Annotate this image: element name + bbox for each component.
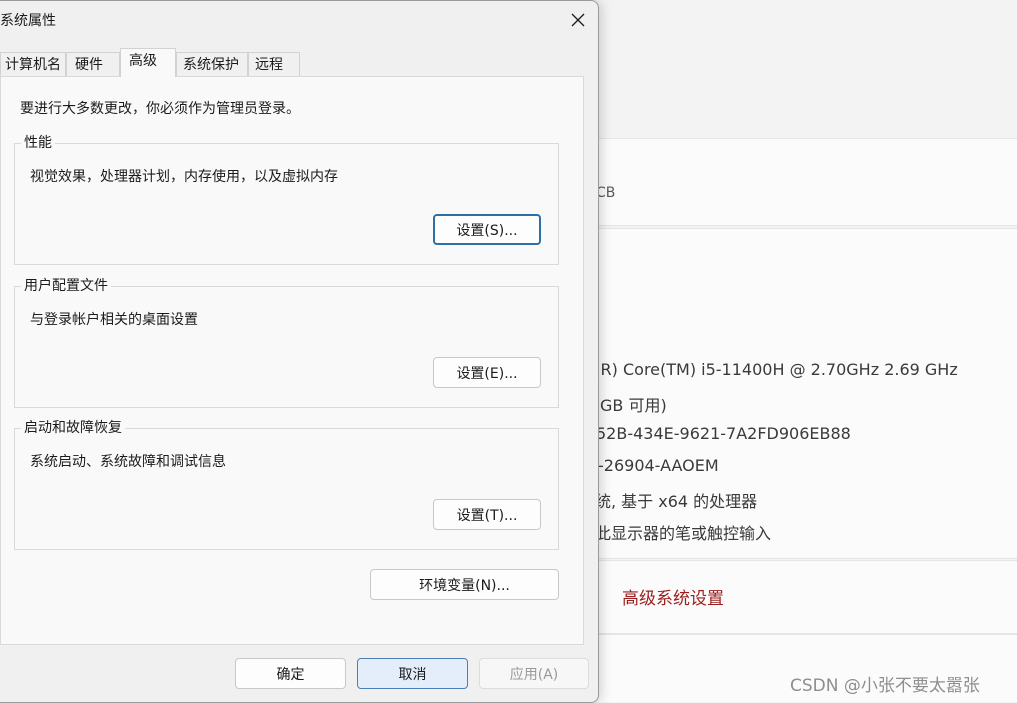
spec-pen-touch: 此显示器的笔或触控输入 xyxy=(595,524,772,543)
user-profiles-settings-button[interactable]: 设置(E)... xyxy=(433,357,541,388)
tab-hardware[interactable]: 硬件 xyxy=(66,52,120,76)
apply-button[interactable]: 应用(A) xyxy=(479,658,589,689)
user-profiles-description: 与登录帐户相关的桌面设置 xyxy=(30,312,198,328)
watermark: CSDN @小张不要太嚣张 xyxy=(790,676,980,696)
startup-recovery-settings-button[interactable]: 设置(T)... xyxy=(433,499,541,530)
startup-recovery-group: 启动和故障恢复 系统启动、系统故障和调试信息 设置(T)... xyxy=(14,420,559,550)
rename-card xyxy=(598,228,1017,315)
admin-note: 要进行大多数更改，你必须作为管理员登录。 xyxy=(20,101,300,117)
device-card: CB xyxy=(596,138,1017,226)
tab-computer-name[interactable]: 计算机名 xyxy=(0,52,66,76)
tab-system-protection[interactable]: 系统保护 xyxy=(176,52,248,76)
cancel-button[interactable]: 取消 xyxy=(357,658,468,689)
spec-product-id: -26904-AAOEM xyxy=(598,456,719,475)
performance-group: 性能 视觉效果，处理器计划，内存使用，以及虚拟内存 设置(S)... xyxy=(14,135,559,265)
spec-ram: GB 可用) xyxy=(600,396,667,415)
close-icon xyxy=(571,13,585,27)
advanced-system-settings-link[interactable]: 高级系统设置 xyxy=(622,584,724,609)
ok-button[interactable]: 确定 xyxy=(235,658,346,689)
dialog-title: 系统属性 xyxy=(0,13,56,29)
performance-group-title: 性能 xyxy=(21,135,55,151)
close-button[interactable] xyxy=(563,7,593,33)
tab-remote[interactable]: 远程 xyxy=(248,52,300,76)
spec-system-type: 统, 基于 x64 的处理器 xyxy=(595,492,758,511)
spec-device-id: 52B-434E-9621-7A2FD906EB88 xyxy=(596,424,851,443)
performance-description: 视觉效果，处理器计划，内存使用，以及虚拟内存 xyxy=(30,169,338,185)
startup-recovery-description: 系统启动、系统故障和调试信息 xyxy=(30,454,226,470)
performance-settings-button[interactable]: 设置(S)... xyxy=(433,214,541,245)
system-properties-dialog: 系统属性 计算机名 硬件 高级 系统保护 远程 要进行大多数更改，你必须作为管理… xyxy=(0,0,599,703)
spec-processor: el(R) Core(TM) i5-11400H @ 2.70GHz 2.69 … xyxy=(580,360,958,379)
user-profiles-group: 用户配置文件 与登录帐户相关的桌面设置 设置(E)... xyxy=(14,278,559,408)
startup-recovery-group-title: 启动和故障恢复 xyxy=(21,420,125,436)
environment-variables-button[interactable]: 环境变量(N)... xyxy=(370,569,559,600)
user-profiles-group-title: 用户配置文件 xyxy=(21,278,111,294)
tab-advanced[interactable]: 高级 xyxy=(120,48,176,77)
